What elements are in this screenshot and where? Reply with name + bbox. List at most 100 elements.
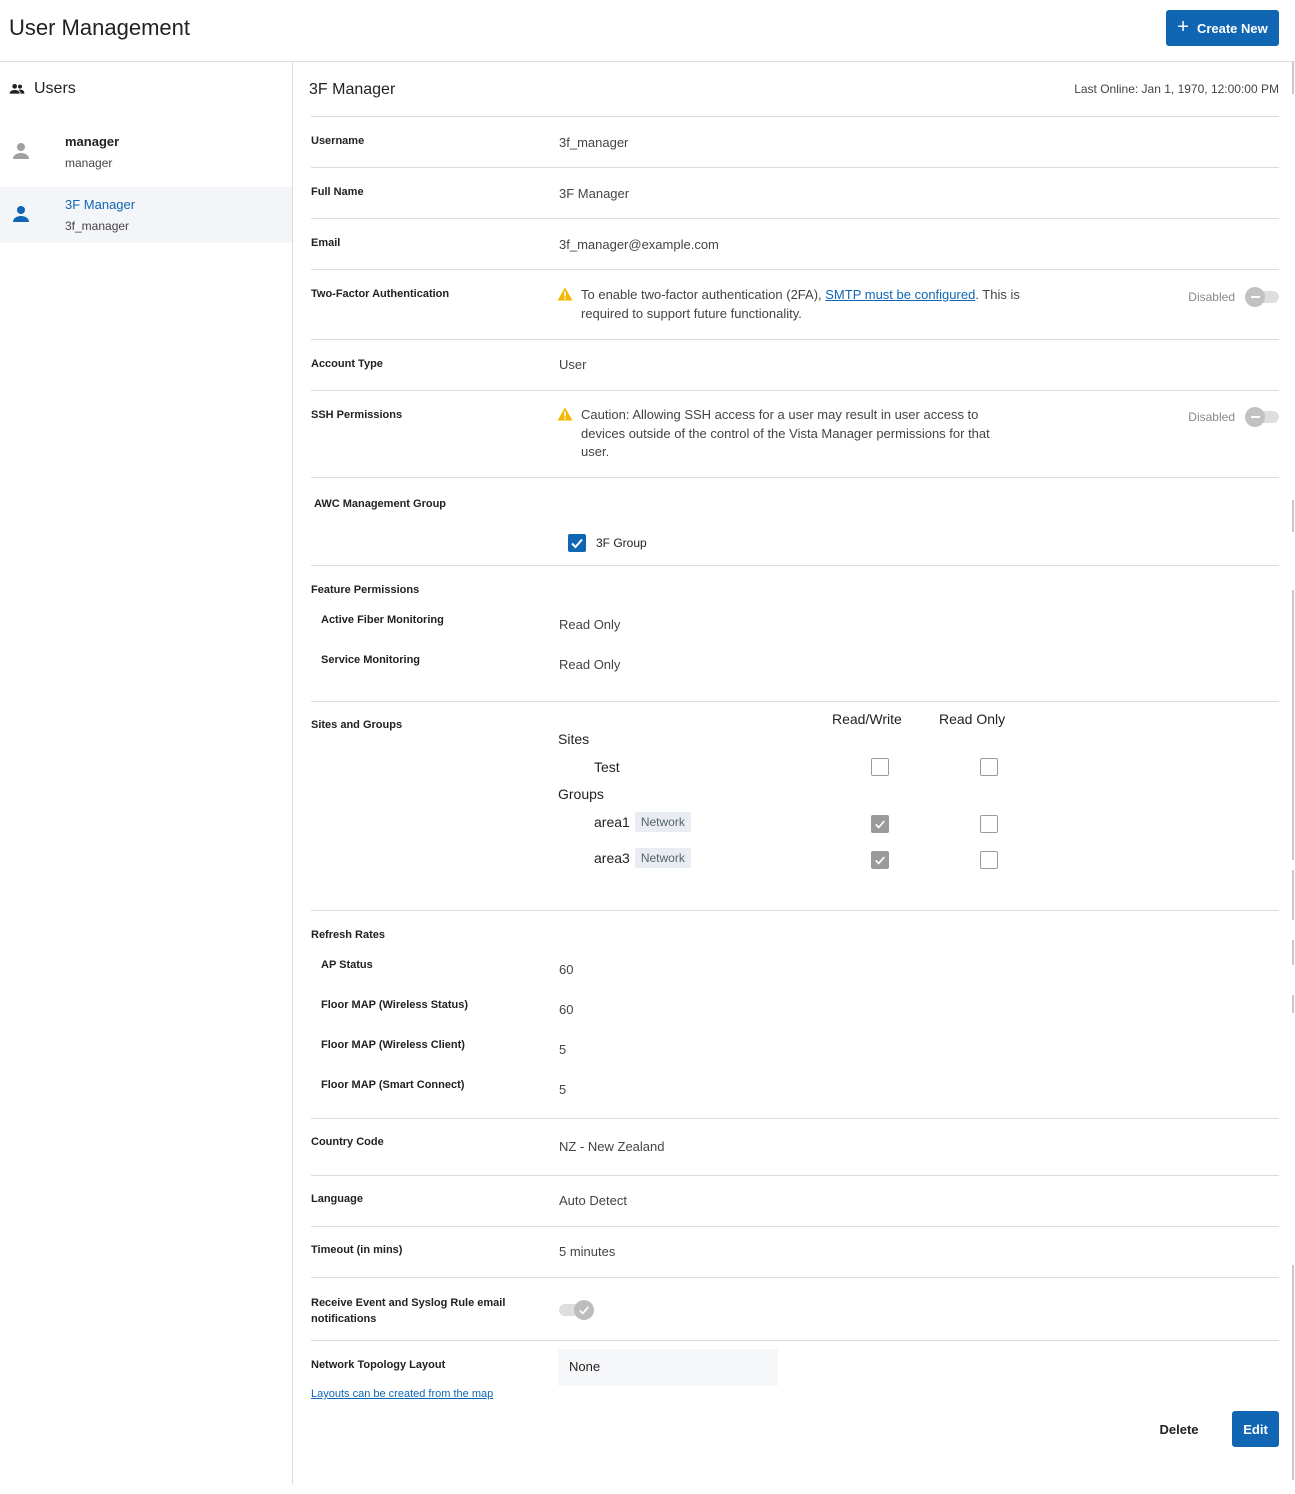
group-item: area1 Network	[594, 812, 691, 832]
refresh-name: Floor MAP (Wireless Status)	[321, 999, 469, 1011]
layouts-map-link[interactable]: Layouts can be created from the map	[311, 1388, 493, 1400]
scrollbar-segment[interactable]	[1292, 500, 1294, 532]
site-item: Test	[594, 759, 620, 775]
group-read-only-checkbox[interactable]	[980, 815, 998, 833]
detail-title: 3F Manager	[309, 81, 396, 98]
checkmark-icon	[875, 856, 885, 865]
refresh-name: Floor MAP (Wireless Client)	[321, 1039, 465, 1051]
refresh-value: 60	[559, 962, 574, 977]
toggle-off-icon	[1245, 287, 1265, 307]
language-value: Auto Detect	[559, 1193, 627, 1208]
scrollbar-segment[interactable]	[1292, 940, 1294, 965]
divider	[311, 390, 1279, 391]
refresh-name: AP Status	[321, 959, 373, 971]
divider	[311, 1175, 1279, 1176]
notifications-toggle[interactable]	[559, 1300, 595, 1320]
divider	[311, 477, 1279, 478]
divider	[311, 269, 1279, 270]
col-read-write: Read/Write	[832, 711, 902, 727]
last-online: Last Online: Jan 1, 1970, 12:00:00 PM	[1074, 82, 1279, 96]
group-read-only-checkbox[interactable]	[980, 851, 998, 869]
twofa-text-before: To enable two-factor authentication (2FA…	[581, 287, 826, 302]
twofa-toggle[interactable]	[1245, 287, 1279, 307]
user-login: 3f_manager	[65, 219, 130, 233]
username-label: Username	[311, 135, 365, 147]
scrollbar-segment[interactable]	[1292, 62, 1294, 94]
group-tag: Network	[634, 812, 691, 832]
refresh-name: Floor MAP (Smart Connect)	[321, 1079, 465, 1091]
email-label: Email	[311, 237, 341, 249]
checkmark-icon	[875, 820, 885, 829]
divider	[311, 701, 1279, 702]
divider	[311, 1226, 1279, 1227]
edit-button[interactable]: Edit	[1232, 1411, 1279, 1447]
users-group-icon	[9, 84, 25, 94]
notifications-label: Receive Event and Syslog Rule email noti…	[311, 1297, 506, 1325]
person-icon	[13, 143, 29, 159]
users-heading: Users	[9, 80, 76, 98]
fullname-value: 3F Manager	[559, 186, 630, 201]
twofa-label: Two-Factor Authentication	[311, 288, 450, 300]
divider	[311, 167, 1279, 168]
divider	[311, 910, 1279, 911]
user-list-item-selected[interactable]: 3F Manager 3f_manager	[0, 187, 292, 243]
scrollbar-segment[interactable]	[1292, 590, 1294, 860]
account-type-label: Account Type	[311, 358, 383, 370]
awc-group-checkbox[interactable]: 3F Group	[568, 534, 647, 552]
users-heading-label: Users	[34, 80, 76, 97]
user-name: manager	[65, 134, 120, 149]
refresh-rates-label: Refresh Rates	[311, 929, 385, 941]
ssh-toggle-row: Disabled	[1188, 407, 1279, 427]
plus-icon: +	[1177, 16, 1189, 38]
feature-name: Active Fiber Monitoring	[321, 614, 444, 626]
delete-button[interactable]: Delete	[1149, 1411, 1209, 1447]
user-list-item[interactable]: manager manager	[0, 124, 292, 180]
divider	[311, 1340, 1279, 1341]
awc-group-label: 3F Group	[596, 536, 647, 550]
users-sidebar: Users manager manager 3F Manager 3f_mana…	[0, 62, 293, 1484]
divider	[311, 116, 1279, 117]
ssh-status: Disabled	[1188, 410, 1235, 424]
col-read-only: Read Only	[939, 711, 1006, 727]
language-label: Language	[311, 1193, 363, 1205]
group-read-write-checkbox[interactable]	[871, 815, 889, 833]
divider	[311, 218, 1279, 219]
group-tag: Network	[634, 848, 691, 868]
awc-label: AWC Management Group	[314, 498, 447, 510]
divider	[311, 565, 1279, 566]
smtp-config-link[interactable]: SMTP must be configured	[825, 287, 975, 302]
refresh-value: 60	[559, 1002, 574, 1017]
scrollbar-segment[interactable]	[1292, 1265, 1294, 1480]
create-new-label: Create New	[1196, 20, 1268, 36]
twofa-toggle-row: Disabled	[1188, 287, 1279, 307]
twofa-warning-text: To enable two-factor authentication (2FA…	[581, 286, 1031, 323]
ssh-toggle[interactable]	[1245, 407, 1279, 427]
divider	[311, 1277, 1279, 1278]
user-name: 3F Manager	[65, 197, 136, 212]
divider	[311, 1118, 1279, 1119]
scrollbar-segment[interactable]	[1292, 870, 1294, 920]
scrollbar-segment[interactable]	[1292, 995, 1294, 1013]
groups-heading: Groups	[558, 786, 604, 802]
topology-label: Network Topology Layout	[311, 1359, 446, 1371]
site-read-only-checkbox[interactable]	[980, 758, 998, 776]
site-read-write-checkbox[interactable]	[871, 758, 889, 776]
feature-permissions-label: Feature Permissions	[311, 584, 420, 596]
group-item: area3 Network	[594, 848, 691, 868]
warning-icon	[557, 407, 573, 421]
topology-layout-select[interactable]: None	[558, 1349, 778, 1386]
refresh-value: 5	[559, 1042, 567, 1057]
account-type-value: User	[559, 357, 587, 372]
country-label: Country Code	[311, 1136, 384, 1148]
page-title: User Management	[9, 15, 190, 40]
person-icon	[13, 206, 29, 222]
refresh-value: 5	[559, 1082, 567, 1097]
feature-name: Service Monitoring	[321, 654, 421, 666]
warning-icon	[557, 287, 573, 301]
user-login: manager	[65, 156, 113, 170]
twofa-status: Disabled	[1188, 290, 1235, 304]
create-new-button[interactable]: + Create New	[1166, 10, 1279, 46]
group-name: area1	[594, 814, 630, 830]
group-read-write-checkbox[interactable]	[871, 851, 889, 869]
username-value: 3f_manager	[559, 135, 629, 150]
